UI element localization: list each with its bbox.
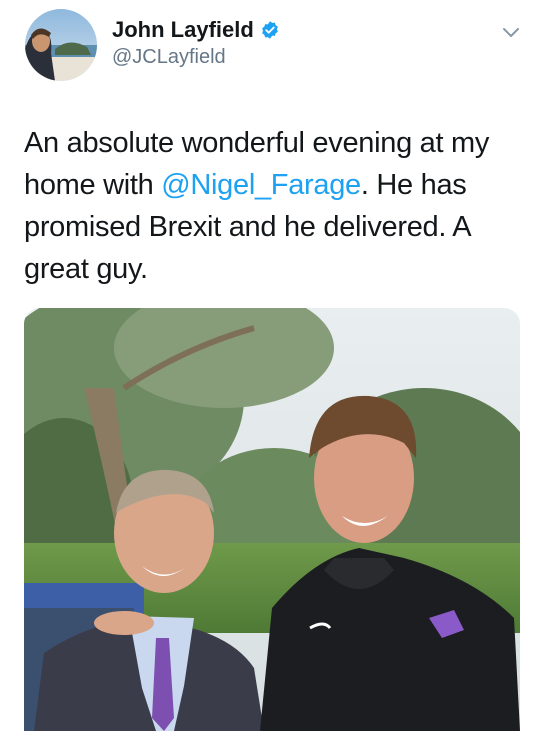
avatar-image (25, 9, 97, 81)
tweet-photo[interactable] (24, 308, 520, 731)
author-name-row[interactable]: John Layfield (112, 17, 280, 43)
avatar[interactable] (25, 9, 97, 81)
tweet-card: John Layfield @JCLayfield An absolute wo… (0, 0, 540, 731)
tweet-text: An absolute wonderful evening at my home… (24, 122, 514, 290)
verified-badge-icon (261, 21, 278, 39)
display-name[interactable]: John Layfield (112, 17, 254, 43)
photo-image (24, 308, 520, 731)
chevron-down-icon[interactable] (499, 20, 523, 44)
mention-link[interactable]: @Nigel_Farage (161, 169, 361, 201)
author-handle[interactable]: @JCLayfield (112, 46, 226, 69)
